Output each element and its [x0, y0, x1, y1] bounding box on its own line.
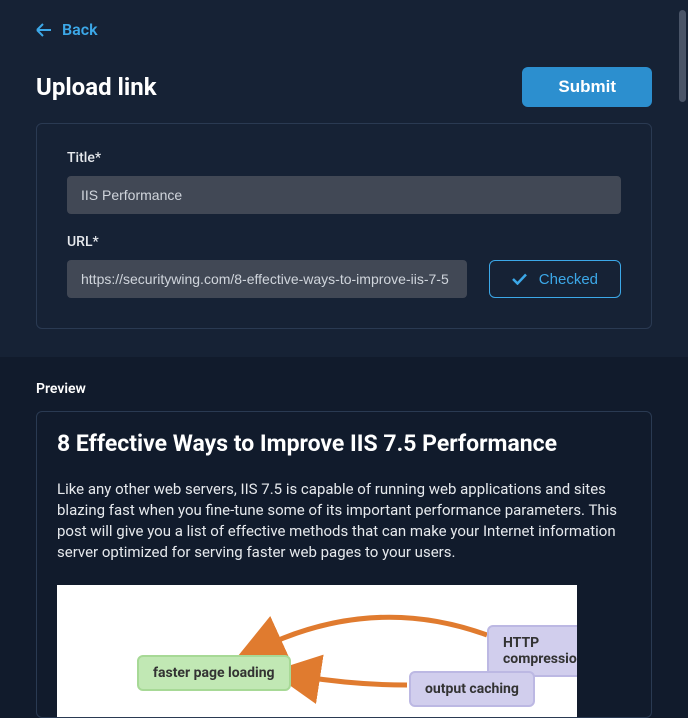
title-label: Title*: [67, 150, 621, 166]
diagram-node-output: output caching: [409, 671, 535, 707]
title-field-group: Title*: [67, 150, 621, 214]
scrollbar[interactable]: [679, 10, 686, 102]
title-input[interactable]: [67, 176, 621, 214]
preview-section-label: Preview: [36, 381, 652, 397]
preview-article-title: 8 Effective Ways to Improve IIS 7.5 Perf…: [57, 430, 631, 457]
preview-panel: 8 Effective Ways to Improve IIS 7.5 Perf…: [36, 411, 652, 718]
form-panel: Title* URL* Checked: [36, 123, 652, 329]
diagram-node-faster: faster page loading: [137, 655, 291, 691]
preview-section: Preview 8 Effective Ways to Improve IIS …: [0, 357, 688, 718]
page-title: Upload link: [36, 73, 157, 101]
url-label: URL*: [67, 234, 621, 250]
preview-diagram: faster page loading HTTP compression out…: [57, 585, 577, 717]
checked-label: Checked: [539, 271, 598, 288]
back-label: Back: [62, 20, 98, 39]
check-icon: [512, 273, 527, 285]
header: Upload link Submit: [0, 59, 688, 123]
preview-article-desc: Like any other web servers, IIS 7.5 is c…: [57, 479, 631, 563]
arrow-left-icon: [36, 23, 52, 37]
submit-button[interactable]: Submit: [522, 67, 652, 107]
diagram-node-http: HTTP compression: [487, 625, 577, 677]
url-input[interactable]: [67, 260, 467, 298]
back-link[interactable]: Back: [0, 0, 688, 59]
checked-button[interactable]: Checked: [489, 260, 621, 298]
url-field-group: URL* Checked: [67, 234, 621, 298]
